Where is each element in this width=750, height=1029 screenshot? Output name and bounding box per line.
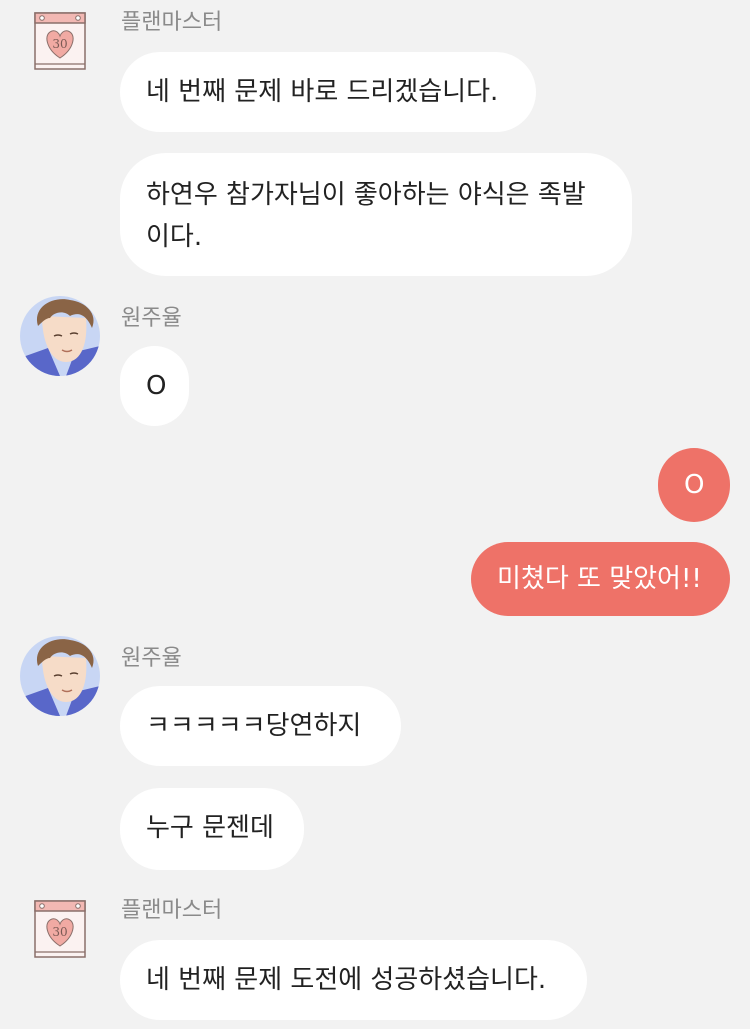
boy-portrait-avatar — [20, 296, 100, 376]
message-bubble: O — [120, 346, 189, 426]
heart-calendar-icon: 30 — [34, 12, 86, 70]
message-bubble: 네 번째 문제 도전에 성공하셨습니다. — [120, 940, 587, 1020]
message-bubble: 하연우 참가자님이 좋아하는 야식은 족발이다. — [120, 153, 632, 276]
heart-calendar-icon: 30 — [34, 900, 86, 958]
message-bubble: 누구 문젠데 — [120, 788, 304, 870]
boy-portrait-avatar — [20, 636, 100, 716]
sender-name: 원주율 — [121, 646, 182, 671]
svg-text:30: 30 — [52, 37, 67, 51]
message-bubble: 네 번째 문제 바로 드리겠습니다. — [120, 52, 536, 132]
sender-name: 플랜마스터 — [121, 898, 223, 923]
sender-name: 플랜마스터 — [121, 10, 223, 35]
sender-name: 원주율 — [121, 306, 182, 331]
my-message-bubble: O — [658, 448, 730, 522]
message-bubble: ㅋㅋㅋㅋㅋ당연하지 — [120, 686, 401, 766]
svg-text:30: 30 — [52, 925, 67, 939]
my-message-bubble: 미쳤다 또 맞았어!! — [471, 542, 730, 616]
